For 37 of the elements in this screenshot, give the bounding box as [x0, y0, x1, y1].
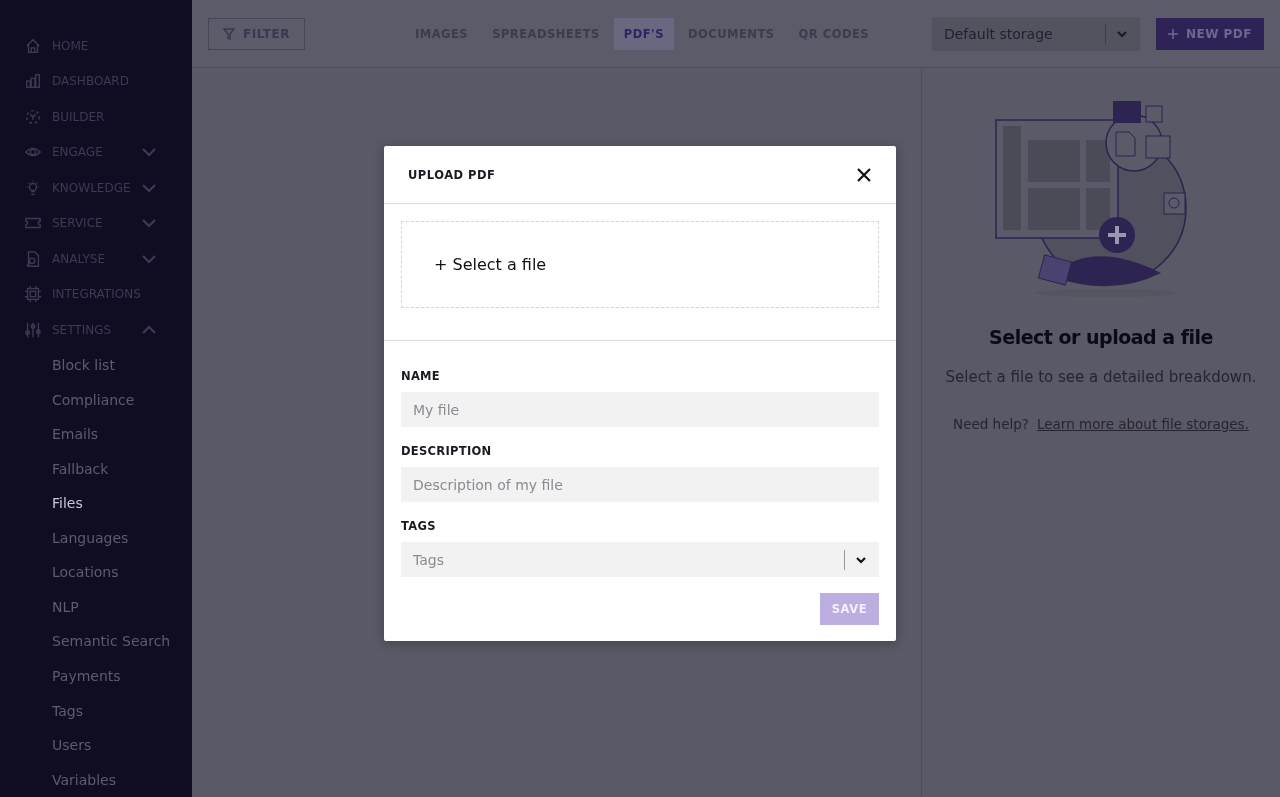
sidebar-subitem[interactable]: Languages — [52, 520, 192, 556]
sidebar-subitem[interactable]: Payments — [52, 658, 192, 694]
sidebar-subitem[interactable]: Users — [52, 727, 192, 763]
nav-icon — [24, 249, 42, 268]
nav-icon — [24, 107, 42, 126]
sidebar-subitem[interactable]: Fallback — [52, 451, 192, 486]
field-label: TAGS — [401, 519, 437, 533]
file-dropzone[interactable]: + Select a file — [401, 221, 879, 308]
new-pdf-button[interactable]: NEW PDF — [1155, 17, 1264, 50]
input-field[interactable]: Description of my file — [401, 467, 879, 502]
tags-select[interactable]: Tags — [401, 542, 879, 577]
tab[interactable]: PDF'S — [613, 17, 674, 50]
panel-subtitle: Select a file to see a detailed breakdown. — [945, 368, 1257, 386]
dialog-title: UPLOAD PDF — [408, 167, 497, 182]
panel-title: Select or upload a file — [989, 326, 1213, 348]
filter-icon — [223, 27, 235, 40]
sidebar-subitem[interactable]: Compliance — [52, 382, 192, 417]
sidebar-subitem[interactable]: Semantic Search — [52, 624, 192, 659]
field-label: NAME — [401, 369, 442, 383]
sidebar-subitem[interactable]: Locations — [52, 555, 192, 590]
nav-icon — [24, 285, 42, 304]
nav-icon — [24, 72, 42, 91]
plus-icon — [1167, 28, 1178, 39]
sidebar-subitem[interactable]: NLP — [52, 589, 192, 625]
nav-icon — [24, 178, 42, 197]
sidebar-subitem[interactable]: Files — [52, 485, 192, 521]
sidebar-subitem[interactable]: Block list — [52, 347, 192, 383]
nav-icon — [24, 36, 42, 55]
sidebar-subitem[interactable]: Variables — [52, 762, 192, 797]
help-text: Need help? — [953, 416, 1029, 432]
sidebar-subitem[interactable]: Tags — [52, 693, 192, 728]
input-field[interactable]: My file — [401, 392, 879, 427]
field-label: DESCRIPTION — [401, 444, 493, 458]
nav-icon — [24, 321, 42, 339]
sidebar-subitem[interactable]: Emails — [52, 416, 192, 452]
close-icon[interactable] — [856, 166, 872, 183]
help-link[interactable]: Learn more about file storages. — [1036, 416, 1249, 432]
